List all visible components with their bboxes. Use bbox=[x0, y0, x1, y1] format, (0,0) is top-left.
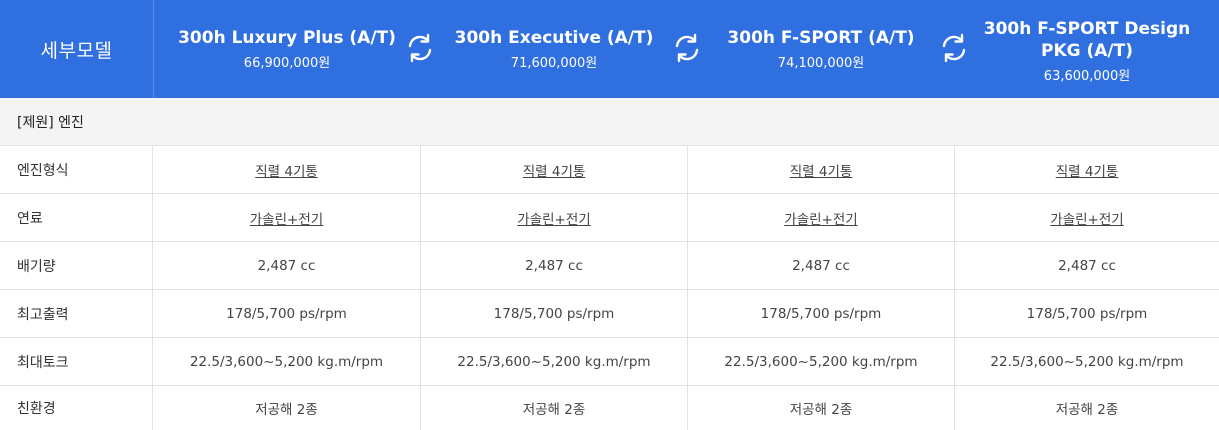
spec-cell: 22.5/3,600~5,200 kg.m/rpm bbox=[990, 353, 1184, 370]
model-name: 300h Executive (A/T) bbox=[454, 28, 654, 48]
spec-cell: 가솔린+전기 bbox=[153, 194, 421, 241]
refresh-icon bbox=[675, 33, 699, 63]
model-header: 세부모델 300h Luxury Plus (A/T) 66,900,000원 … bbox=[0, 0, 1219, 98]
spec-cell: 2,487 cc bbox=[421, 242, 688, 289]
row-label: 엔진형식 bbox=[0, 146, 153, 193]
table-row: 최대토크 22.5/3,600~5,200 kg.m/rpm 22.5/3,60… bbox=[0, 338, 1219, 386]
spec-cell: 178/5,700 ps/rpm bbox=[421, 290, 688, 337]
spec-cell: 178/5,700 ps/rpm bbox=[1026, 305, 1148, 322]
spec-cell: 가솔린+전기 bbox=[955, 194, 1219, 241]
spec-cell: 저공해 2종 bbox=[153, 386, 421, 430]
model-name: 300h F-SPORT (A/T) bbox=[727, 28, 915, 48]
spec-cell: 22.5/3,600~5,200 kg.m/rpm bbox=[688, 338, 955, 385]
spec-cell: 직렬 4기통 bbox=[153, 146, 421, 193]
spec-cell: 22.5/3,600~5,200 kg.m/rpm bbox=[153, 338, 421, 385]
spec-link[interactable]: 직렬 4기통 bbox=[255, 160, 318, 180]
model-column-1: 300h Luxury Plus (A/T) 66,900,000원 bbox=[154, 0, 420, 98]
spec-cell: 직렬 4기통 bbox=[955, 146, 1219, 193]
header-label: 세부모델 bbox=[0, 0, 154, 98]
spec-cell: 22.5/3,600~5,200 kg.m/rpm bbox=[421, 338, 688, 385]
spec-cell: 직렬 4기통 bbox=[688, 146, 955, 193]
row-label: 연료 bbox=[0, 194, 153, 241]
table-row: 엔진형식 직렬 4기통 직렬 4기통 직렬 4기통 직렬 4기통 bbox=[0, 146, 1219, 194]
row-label: 최대토크 bbox=[0, 338, 153, 385]
swap-model-button-2[interactable] bbox=[669, 30, 705, 66]
spec-link[interactable]: 가솔린+전기 bbox=[250, 208, 323, 228]
swap-model-button-3[interactable] bbox=[936, 30, 972, 66]
spec-link[interactable]: 직렬 4기통 bbox=[1056, 160, 1119, 180]
model-price: 63,600,000원 bbox=[1043, 69, 1131, 84]
spec-link[interactable]: 직렬 4기통 bbox=[790, 160, 853, 180]
spec-cell: 2,487 cc bbox=[153, 242, 421, 289]
spec-link[interactable]: 가솔린+전기 bbox=[517, 208, 590, 228]
model-price: 66,900,000원 bbox=[243, 56, 331, 71]
model-column-4: 300h F-SPORT Design PKG (A/T) 63,600,000… bbox=[955, 0, 1219, 100]
refresh-icon bbox=[942, 33, 966, 63]
spec-link[interactable]: 가솔린+전기 bbox=[784, 208, 857, 228]
spec-cell: 2,487 cc bbox=[688, 242, 955, 289]
section-title: [제원] 엔진 bbox=[0, 98, 1219, 146]
model-price: 74,100,000원 bbox=[777, 56, 865, 71]
model-column-3: 300h F-SPORT (A/T) 74,100,000원 bbox=[688, 0, 954, 98]
table-row: 연료 가솔린+전기 가솔린+전기 가솔린+전기 가솔린+전기 bbox=[0, 194, 1219, 242]
row-label: 친환경 bbox=[0, 386, 153, 430]
table-row: 최고출력 178/5,700 ps/rpm 178/5,700 ps/rpm 1… bbox=[0, 290, 1219, 338]
spec-cell: 2,487 cc bbox=[1058, 257, 1116, 274]
spec-comparison-table: 세부모델 300h Luxury Plus (A/T) 66,900,000원 … bbox=[0, 0, 1219, 430]
model-price: 71,600,000원 bbox=[510, 56, 598, 71]
table-row: 배기량 2,487 cc 2,487 cc 2,487 cc 2,487 cc bbox=[0, 242, 1219, 290]
table-row: 친환경 저공해 2종 저공해 2종 저공해 2종 저공해 2종 bbox=[0, 386, 1219, 430]
refresh-icon bbox=[408, 33, 432, 63]
spec-cell: 178/5,700 ps/rpm bbox=[153, 290, 421, 337]
spec-cell: 가솔린+전기 bbox=[421, 194, 688, 241]
spec-cell: 저공해 2종 bbox=[688, 386, 955, 430]
model-column-2: 300h Executive (A/T) 71,600,000원 bbox=[421, 0, 687, 98]
spec-cell: 저공해 2종 bbox=[421, 386, 688, 430]
spec-link[interactable]: 직렬 4기통 bbox=[523, 160, 586, 180]
row-label: 배기량 bbox=[0, 242, 153, 289]
spec-cell: 178/5,700 ps/rpm bbox=[688, 290, 955, 337]
row-label: 최고출력 bbox=[0, 290, 153, 337]
spec-link[interactable]: 가솔린+전기 bbox=[1050, 208, 1123, 228]
spec-cell: 직렬 4기통 bbox=[421, 146, 688, 193]
spec-cell: 저공해 2종 bbox=[1055, 402, 1119, 418]
swap-model-button-1[interactable] bbox=[402, 30, 438, 66]
model-name: 300h F-SPORT Design PKG (A/T) bbox=[983, 19, 1191, 61]
model-name: 300h Luxury Plus (A/T) bbox=[178, 28, 396, 48]
spec-cell: 가솔린+전기 bbox=[688, 194, 955, 241]
